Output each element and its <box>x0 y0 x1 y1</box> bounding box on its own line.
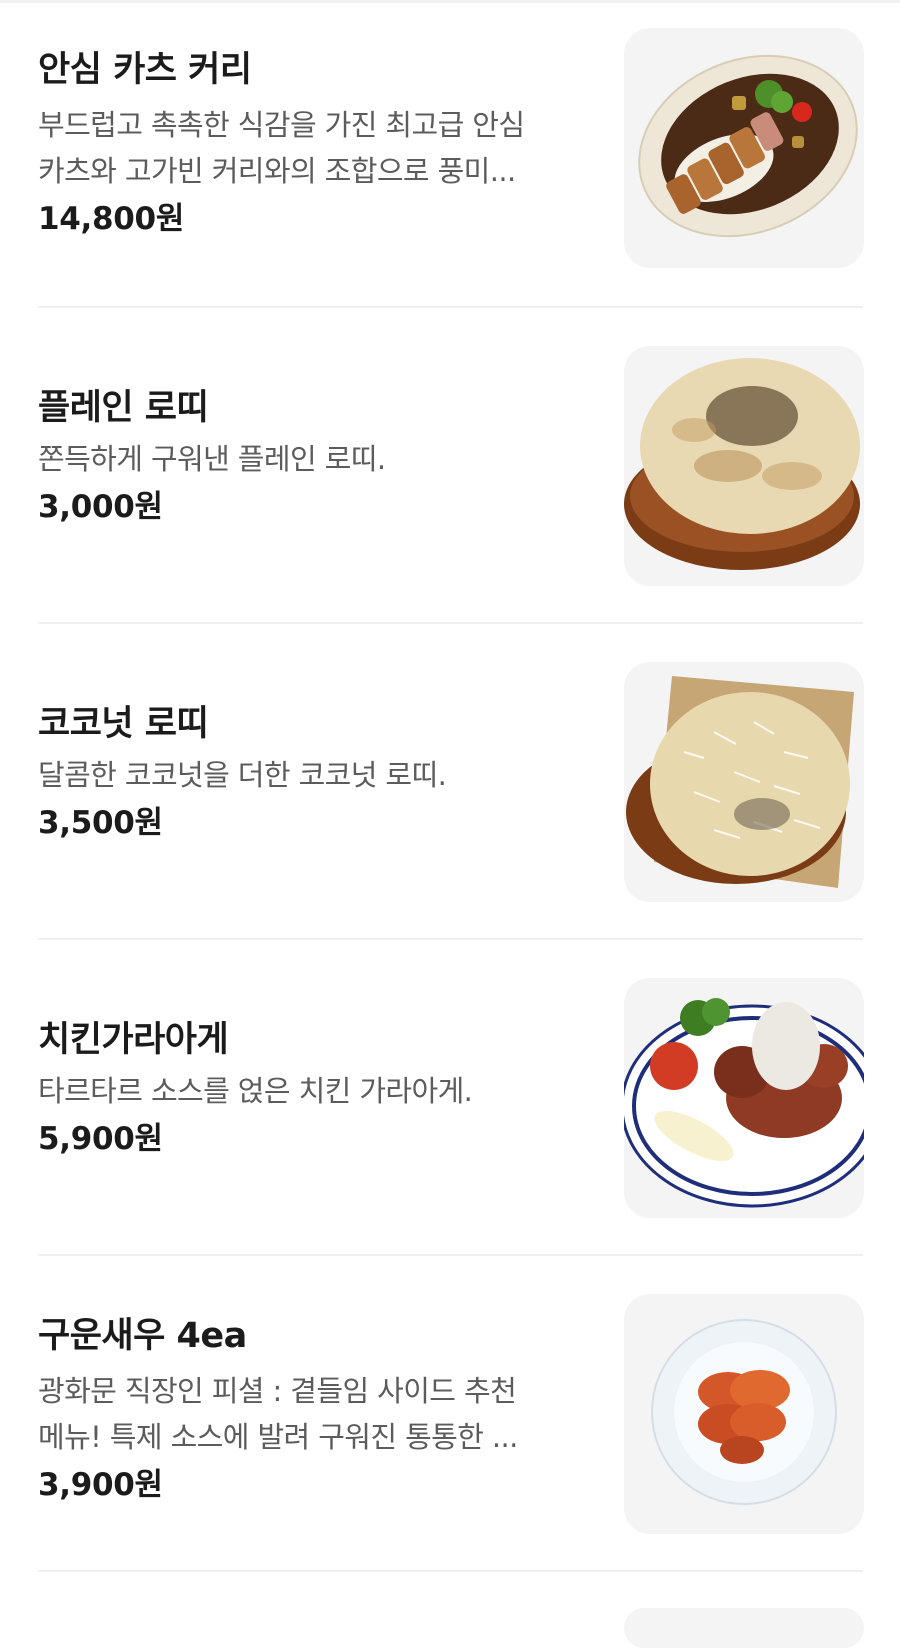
menu-item-description-line: 메뉴! 특제 소스에 발려 구워진 통통한 ... <box>38 1420 518 1454</box>
menu-item-name: 구운새우 4ea <box>38 1316 247 1356</box>
menu-item-grilled-shrimp[interactable]: 구운새우 4ea 광화문 직장인 피셜 : 곁들임 사이드 추천 메뉴! 특제 … <box>38 1294 864 1536</box>
menu-item-price: 3,900원 <box>38 1467 163 1503</box>
menu-item-name: 플레인 로띠 <box>38 388 209 428</box>
item-divider <box>38 306 863 308</box>
menu-item-chicken-karaage[interactable]: 치킨가라아게 타르타르 소스를 얹은 치킨 가라아게. 5,900원 <box>38 978 864 1220</box>
menu-item-plain-roti[interactable]: 플레인 로띠 쫀득하게 구워낸 플레인 로띠. 3,000원 <box>38 346 864 588</box>
menu-item-description-line: 부드럽고 촉촉한 식감을 가진 최고급 안심 <box>38 108 525 142</box>
menu-item-text: 코코넛 로띠 달콤한 코코넛을 더한 코코넛 로띠. 3,500원 <box>38 702 598 844</box>
menu-item-price: 3,500원 <box>38 805 163 841</box>
menu-item-description: 광화문 직장인 피셜 : 곁들임 사이드 추천 메뉴! 특제 소스에 발려 구워… <box>38 1368 598 1460</box>
item-divider <box>38 1254 863 1256</box>
menu-item-description: 부드럽고 촉촉한 식감을 가진 최고급 안심 카츠와 고가빈 커리와의 조합으로… <box>38 102 598 194</box>
menu-item-katsu-curry[interactable]: 안심 카츠 커리 부드럽고 촉촉한 식감을 가진 최고급 안심 카츠와 고가빈 … <box>38 28 864 270</box>
menu-item-coconut-roti[interactable]: 코코넛 로띠 달콤한 코코넛을 더한 코코넛 로띠. 3,500원 <box>38 662 864 904</box>
plain-roti-icon <box>624 346 864 586</box>
menu-item-name: 치킨가라아게 <box>38 1020 229 1060</box>
menu-item-description: 타르타르 소스를 얹은 치킨 가라아게. <box>38 1074 473 1108</box>
item-divider <box>38 1570 863 1572</box>
katsu-curry-icon <box>624 28 864 268</box>
menu-item-name: 코코넛 로띠 <box>38 704 209 744</box>
item-divider <box>38 622 863 624</box>
menu-item-price: 5,900원 <box>38 1121 163 1157</box>
menu-item-description-line: 광화문 직장인 피셜 : 곁들임 사이드 추천 <box>38 1374 517 1408</box>
item-divider <box>38 938 863 940</box>
menu-item-price: 14,800원 <box>38 201 185 237</box>
next-item-thumbnail <box>624 1608 864 1648</box>
menu-item-description: 쫀득하게 구워낸 플레인 로띠. <box>38 442 386 476</box>
menu-item-description: 달콤한 코코넛을 더한 코코넛 로띠. <box>38 758 447 792</box>
menu-item-description-line: 카츠와 고가빈 커리와의 조합으로 풍미... <box>38 154 516 188</box>
coconut-roti-icon <box>624 662 864 902</box>
menu-item-text: 플레인 로띠 쫀득하게 구워낸 플레인 로띠. 3,000원 <box>38 386 598 528</box>
menu-item-name: 안심 카츠 커리 <box>38 50 252 90</box>
menu-item-text: 안심 카츠 커리 부드럽고 촉촉한 식감을 가진 최고급 안심 카츠와 고가빈 … <box>38 48 598 240</box>
chicken-karaage-icon <box>624 978 864 1218</box>
menu-item-text: 구운새우 4ea 광화문 직장인 피셜 : 곁들임 사이드 추천 메뉴! 특제 … <box>38 1314 598 1506</box>
menu-item-text: 치킨가라아게 타르타르 소스를 얹은 치킨 가라아게. 5,900원 <box>38 1018 598 1160</box>
grilled-shrimp-icon <box>624 1294 864 1534</box>
menu-item-price: 3,000원 <box>38 489 163 525</box>
top-divider <box>0 0 900 3</box>
